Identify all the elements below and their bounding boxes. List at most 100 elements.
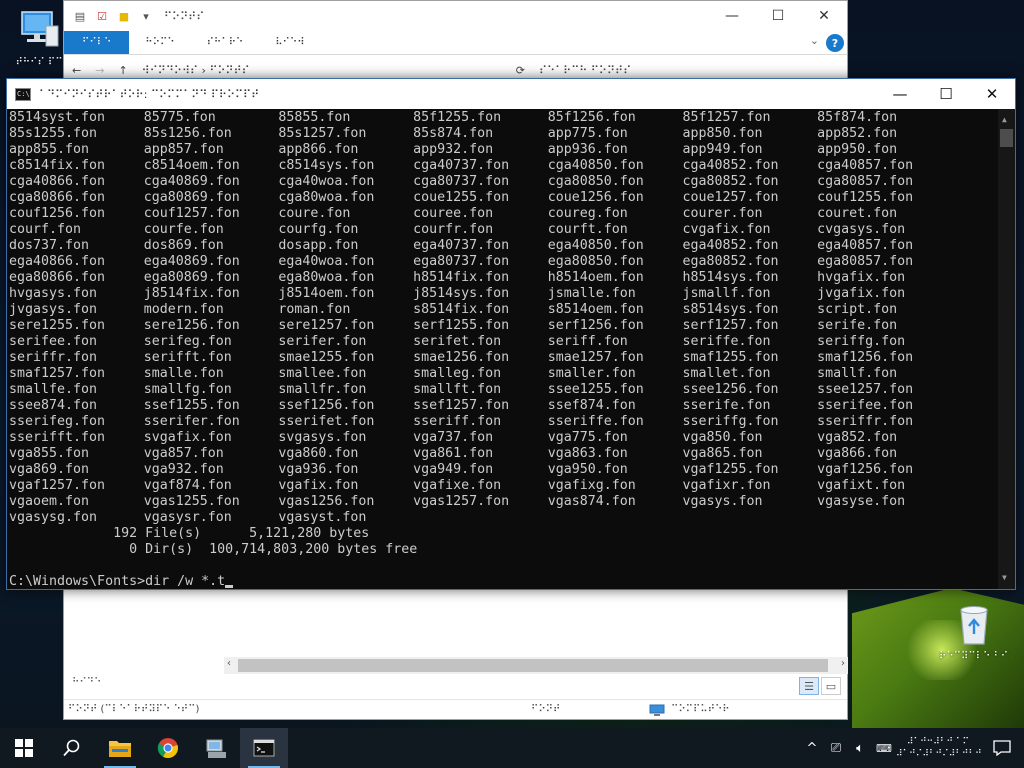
file-entry: coue1257.fon — [682, 190, 779, 205]
file-entry: ega80866.fon — [9, 270, 106, 285]
clock-date: ⠼⠁⠚⠌⠼⠃⠚⠌⠼⠃⠚⠃⠚ — [896, 749, 982, 759]
back-icon[interactable]: ← — [72, 64, 81, 77]
file-entry: serf1256.fon — [547, 318, 644, 333]
minimize-button[interactable]: — — [709, 1, 755, 31]
file-entry: cga80woa.fon — [278, 190, 375, 205]
cmd-minimize-button[interactable]: — — [877, 79, 923, 109]
scroll-left-icon[interactable]: ‹ — [227, 658, 231, 669]
search-button[interactable] — [48, 728, 96, 768]
file-entry: vga866.fon — [817, 446, 898, 461]
tab-share[interactable]: ⠎⠓⠁⠗⠑ — [191, 31, 260, 54]
file-entry: cga40866.fon — [9, 174, 106, 189]
checkmark-icon[interactable]: ☑ — [94, 8, 110, 24]
file-entry: vga737.fon — [413, 430, 494, 445]
address-path[interactable]: ⠺⠊⠝⠙⠕⠺⠎ › ⠋⠕⠝⠞⠎ — [142, 64, 250, 77]
cmd-close-button[interactable]: ✕ — [969, 79, 1015, 109]
network-status-icon[interactable]: ⎚ — [824, 741, 848, 756]
ribbon-tabs: ⠋⠊⠇⠑ ⠓⠕⠍⠑ ⠎⠓⠁⠗⠑ ⠧⠊⠑⠺ ⌄ ? — [64, 31, 847, 55]
tab-view[interactable]: ⠧⠊⠑⠺ — [259, 31, 320, 54]
scrollbar-thumb[interactable] — [238, 659, 828, 672]
file-entry: ssee874.fon — [9, 398, 98, 413]
file-entry: smaf1256.fon — [817, 350, 914, 365]
properties-icon[interactable]: ▤ — [72, 8, 88, 24]
start-button[interactable] — [0, 728, 48, 768]
file-entry: ssee1255.fon — [547, 382, 644, 397]
taskbar-file-explorer[interactable] — [96, 728, 144, 768]
cmd-maximize-button[interactable]: ☐ — [923, 79, 969, 109]
file-entry: vga869.fon — [9, 462, 90, 477]
help-icon[interactable]: ? — [826, 34, 844, 52]
file-entry: vga950.fon — [547, 462, 628, 477]
listing-row: serifee.fon serifeg.fon serifer.fon serifet… — [9, 334, 1015, 350]
tab-file[interactable]: ⠋⠊⠇⠑ — [64, 31, 130, 54]
recycle-bin-desktop-icon[interactable]: ⠗⠑⠉⠽⠉⠇⠑ ⠃⠊⠝ — [939, 602, 1009, 663]
file-entry: modern.fon — [143, 302, 224, 317]
chevron-up-icon[interactable]: ^ — [800, 741, 824, 756]
file-entry: 85s1257.fon — [278, 126, 367, 141]
listing-row: courf.fon courfe.fon courfg.fon courfr.fon c… — [9, 222, 1015, 238]
details-view-icon[interactable]: ☰ — [799, 677, 819, 695]
scroll-down-icon[interactable]: ▼ — [1002, 570, 1007, 586]
scroll-up-icon[interactable]: ▲ — [1002, 112, 1007, 128]
file-entry: smallft.fon — [413, 382, 502, 397]
file-entry: ega80737.fon — [413, 254, 510, 269]
refresh-icon[interactable]: ⟳ — [516, 64, 525, 77]
forward-icon[interactable]: → — [95, 64, 104, 77]
file-entry: smae1255.fon — [278, 350, 375, 365]
file-entry: vga865.fon — [682, 446, 763, 461]
action-center-button[interactable] — [980, 740, 1024, 756]
file-entry: vgas1256.fon — [278, 494, 375, 509]
listing-row: cga40866.fon cga40869.fon cga40woa.fon cga8… — [9, 174, 1015, 190]
taskbar-network[interactable] — [192, 728, 240, 768]
taskbar-chrome[interactable] — [144, 728, 192, 768]
details-pane-toggle[interactable]: ⠓⠊⠙⠑ — [72, 677, 101, 688]
large-icons-view-icon[interactable]: ▭ — [821, 677, 841, 695]
file-entry: vgasysr.fon — [143, 510, 232, 525]
close-button[interactable]: ✕ — [801, 1, 847, 31]
clock[interactable]: ⠼⠁⠚⠒⠼⠃⠚ ⠁⠍ ⠼⠁⠚⠌⠼⠃⠚⠌⠼⠃⠚⠃⠚ — [896, 736, 982, 760]
file-entry: app950.fon — [817, 142, 898, 157]
file-entry: app866.fon — [278, 142, 359, 157]
file-entry: 85f874.fon — [817, 110, 898, 125]
search-box[interactable]: ⠎⠑⠁⠗⠉⠓ ⠋⠕⠝⠞⠎ — [539, 64, 839, 77]
keyboard-layout-icon[interactable]: ⌨ — [872, 742, 896, 755]
listing-row: ssee874.fon ssef1255.fon ssef1256.fon ssef1… — [9, 398, 1015, 414]
file-entry: s8514oem.fon — [547, 302, 644, 317]
listing-row: cga80866.fon cga80869.fon cga80woa.fon coue… — [9, 190, 1015, 206]
maximize-button[interactable]: ☐ — [755, 1, 801, 31]
file-entry: s8514sys.fon — [682, 302, 779, 317]
cmd-taskbar-icon — [253, 739, 275, 757]
taskbar-command-prompt[interactable] — [240, 728, 288, 768]
expand-ribbon-icon[interactable]: ⌄ — [810, 34, 819, 47]
listing-row: jvgasys.fon modern.fon roman.fon s8514fix.f… — [9, 302, 1015, 318]
file-entry: j8514sys.fon — [413, 286, 510, 301]
cmd-console[interactable]: 8514syst.fon 85775.fon 85855.fon 85f1255.fo… — [7, 109, 1015, 589]
command-line[interactable]: C:\Windows\Fonts>dir /w *.t — [9, 574, 1015, 589]
file-entry: vgasysg.fon — [9, 510, 98, 525]
command-prompt-window[interactable]: C:\ ⠁⠙⠍⠊⠝⠊⠎⠞⠗⠁⠞⠕⠗: ⠉⠕⠍⠍⠁⠝⠙ ⠏⠗⠕⠍⠏⠞ — ☐ ✕ … — [6, 78, 1016, 590]
horizontal-scrollbar[interactable]: ‹ › — [224, 657, 848, 674]
cmd-vertical-scrollbar[interactable]: ▲ ▼ — [998, 109, 1015, 589]
file-entry: courer.fon — [682, 206, 763, 221]
file-entry: vgafix.fon — [278, 478, 359, 493]
file-entry: ega40866.fon — [9, 254, 106, 269]
file-entry: vgaf1256.fon — [817, 462, 914, 477]
explorer-titlebar[interactable]: ▤ ☑ ■ ▾ ⠋⠕⠝⠞⠎ — ☐ ✕ — [64, 1, 847, 31]
cmd-scrollbar-thumb[interactable] — [1000, 129, 1013, 147]
file-entry: vgafixg.fon — [547, 478, 636, 493]
new-folder-icon[interactable]: ■ — [116, 8, 132, 24]
listing-row: seriffr.fon serifft.fon smae1255.fon smae12… — [9, 350, 1015, 366]
file-entry: courf.fon — [9, 222, 82, 237]
file-entry: ega80852.fon — [682, 254, 779, 269]
volume-icon[interactable]: 🔈︎ — [848, 741, 872, 756]
command-input[interactable]: dir /w *.t — [145, 574, 225, 589]
file-entry: smallfr.fon — [278, 382, 367, 397]
file-entry: s8514fix.fon — [413, 302, 510, 317]
tab-home[interactable]: ⠓⠕⠍⠑ — [129, 31, 190, 54]
up-icon[interactable]: ↑ — [118, 64, 127, 77]
scroll-right-icon[interactable]: › — [841, 658, 845, 669]
chevron-down-icon[interactable]: ▾ — [138, 8, 154, 24]
cmd-titlebar[interactable]: C:\ ⠁⠙⠍⠊⠝⠊⠎⠞⠗⠁⠞⠕⠗: ⠉⠕⠍⠍⠁⠝⠙ ⠏⠗⠕⠍⠏⠞ — ☐ ✕ — [7, 79, 1015, 109]
notification-icon — [993, 740, 1011, 756]
